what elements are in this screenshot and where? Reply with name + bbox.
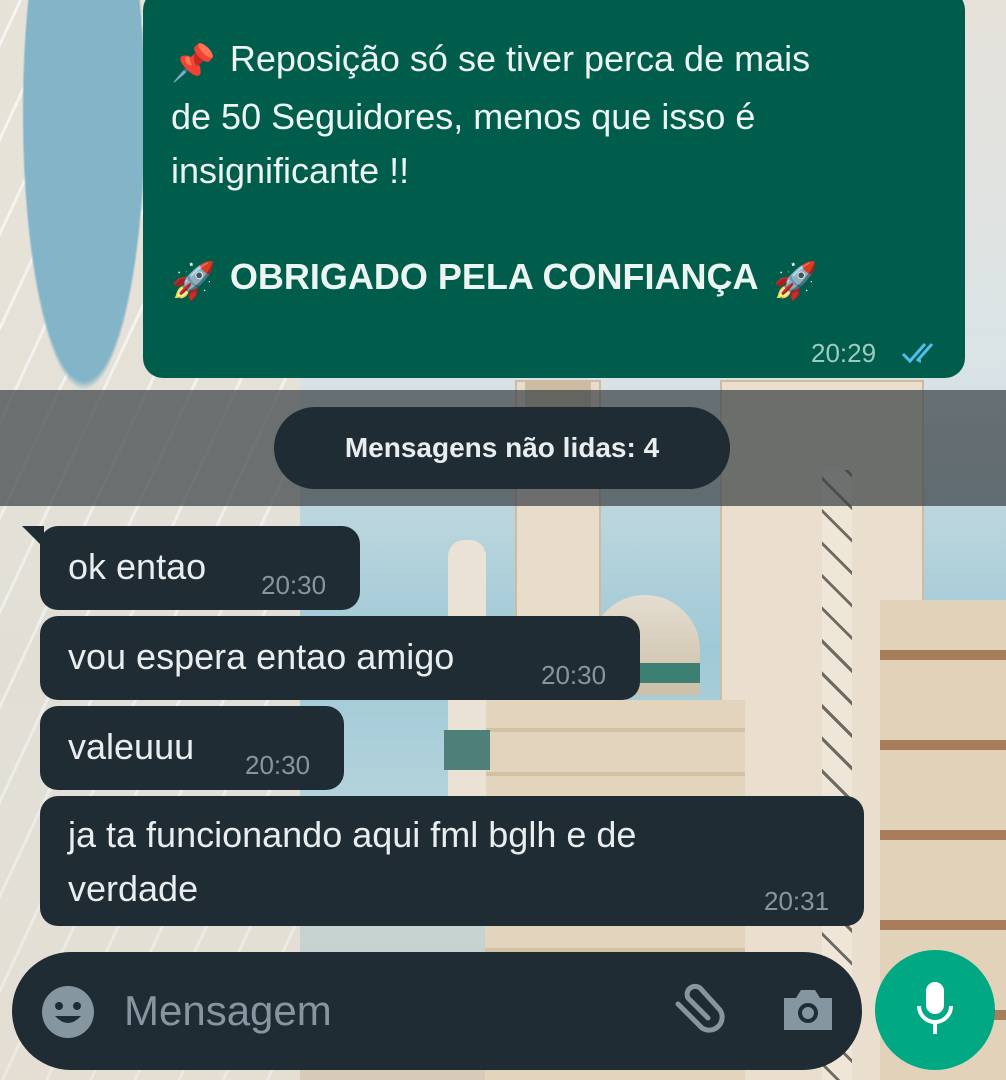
incoming-message-time: 20:30 <box>245 750 311 780</box>
message-input[interactable]: Mensagem <box>124 987 332 1035</box>
incoming-message-time: 20:30 <box>541 660 607 690</box>
incoming-message-text: valeuuu <box>68 726 195 767</box>
outgoing-message-body: 📌 Reposição só se tiver perca de mais de … <box>171 32 951 198</box>
outgoing-message-bold-line: 🚀 OBRIGADO PELA CONFIANÇA 🚀 <box>171 250 951 308</box>
pushpin-emoji: 📌 <box>171 42 216 83</box>
incoming-message-bubble[interactable]: vou espera entao amigo 20:30 <box>40 616 640 700</box>
incoming-message-time: 20:31 <box>764 886 830 916</box>
emoji-icon[interactable] <box>40 984 96 1040</box>
unread-messages-badge: Mensagens não lidas: 4 <box>274 407 730 489</box>
camera-icon[interactable] <box>780 986 836 1034</box>
outgoing-message-bubble[interactable]: 📌 Reposição só se tiver perca de mais de … <box>143 0 965 378</box>
outgoing-message-bold-text: OBRIGADO PELA CONFIANÇA <box>229 256 758 297</box>
outgoing-message-time: 20:29 <box>811 338 877 368</box>
rocket-emoji-right: 🚀 <box>773 260 818 301</box>
incoming-message-text: ja ta funcionando aqui fml bglh e de ver… <box>68 814 637 909</box>
incoming-message-bubble[interactable]: ok entao 20:30 <box>40 526 360 610</box>
rocket-emoji-left: 🚀 <box>171 260 216 301</box>
outgoing-message-text: Reposição só se tiver perca de mais de 5… <box>171 38 811 191</box>
incoming-message-bubble[interactable]: ja ta funcionando aqui fml bglh e de ver… <box>40 796 864 926</box>
microphone-button[interactable] <box>875 950 995 1070</box>
paperclip-icon[interactable] <box>664 982 728 1042</box>
incoming-message-text: vou espera entao amigo <box>68 636 455 677</box>
double-check-read-icon <box>901 343 934 364</box>
incoming-message-text: ok entao <box>68 546 207 587</box>
incoming-message-time: 20:30 <box>261 570 327 600</box>
microphone-icon <box>917 982 953 1034</box>
incoming-message-bubble[interactable]: valeuuu 20:30 <box>40 706 344 790</box>
